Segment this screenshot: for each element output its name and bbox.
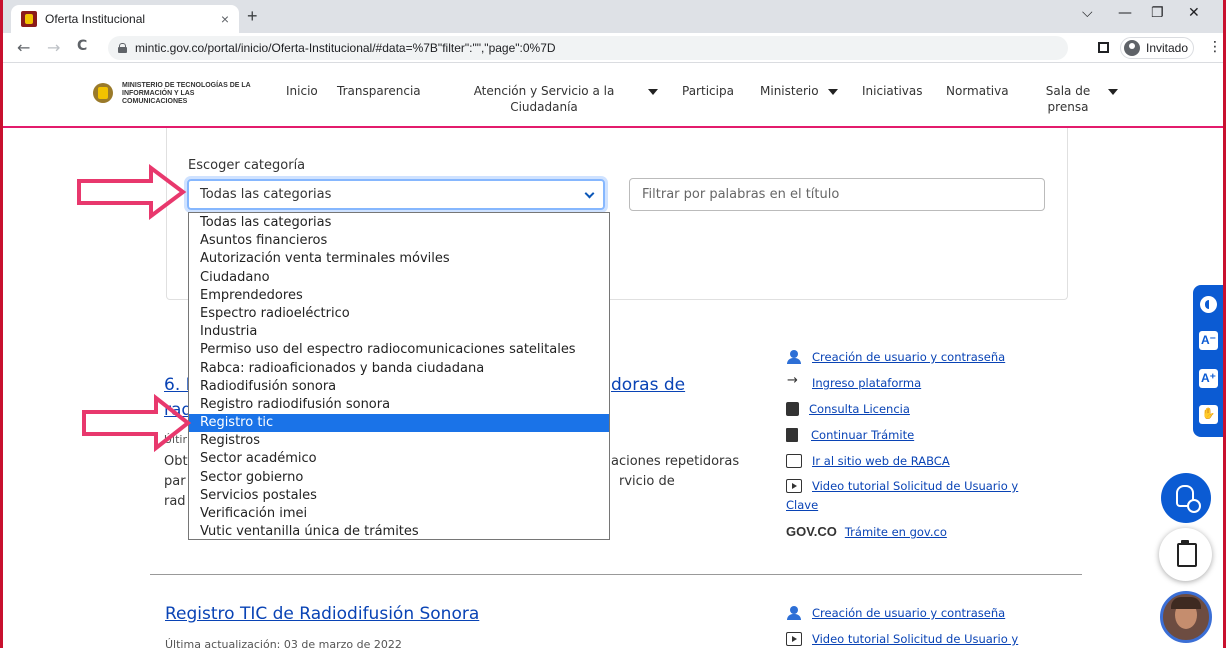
category-option[interactable]: Rabca: radioaficionados y banda ciudadan…: [189, 360, 609, 378]
increase-font-button[interactable]: A⁺: [1199, 369, 1218, 388]
clipboard-icon[interactable]: [1159, 528, 1212, 581]
category-option[interactable]: Permiso uso del espectro radiocomunicaci…: [189, 341, 609, 359]
chevron-down-icon: [584, 188, 595, 199]
address-bar[interactable]: mintic.gov.co/portal/inicio/Oferta-Insti…: [108, 36, 1068, 60]
category-option[interactable]: Ciudadano: [189, 269, 609, 287]
new-tab-button[interactable]: +: [247, 6, 258, 27]
browser-tab[interactable]: Oferta Institucional ×: [11, 5, 239, 33]
nav-inicio[interactable]: Inicio: [286, 83, 318, 99]
side-panel-icon[interactable]: [1098, 42, 1109, 53]
profile-button[interactable]: Invitado: [1120, 37, 1194, 59]
url-text: mintic.gov.co/portal/inicio/Oferta-Insti…: [135, 41, 556, 55]
category-option[interactable]: Sector gobierno: [189, 469, 609, 487]
nav-transparencia[interactable]: Transparencia: [337, 83, 421, 99]
category-select-value: Todas las categorias: [200, 187, 332, 202]
category-option[interactable]: Emprendedores: [189, 287, 609, 305]
result-description: rad: [164, 494, 186, 509]
category-option[interactable]: Radiodifusión sonora: [189, 378, 609, 396]
category-select[interactable]: Todas las categorias: [187, 179, 605, 210]
result-description: aciones repetidoras: [611, 454, 740, 469]
forward-button[interactable]: →: [47, 38, 60, 57]
video-play-icon: [786, 479, 802, 493]
maximize-button[interactable]: ❐: [1151, 5, 1164, 21]
browser-tabstrip: Oferta Institucional × + ⌵ — ❐ ✕: [3, 0, 1223, 33]
category-option[interactable]: Asuntos financieros: [189, 232, 609, 250]
link-create-user[interactable]: Creación de usuario y contraseña: [786, 606, 1005, 620]
nav-sala-de-prensa[interactable]: Sala de prensa: [1043, 83, 1093, 115]
result-description: Obt: [164, 454, 188, 469]
document-icon: [786, 428, 798, 442]
link-continue[interactable]: Continuar Trámite: [786, 428, 914, 442]
search-document-icon: [786, 402, 799, 416]
user-icon: [786, 606, 802, 620]
ministry-logo-text[interactable]: MINISTERIO DE TECNOLOGÍAS DE LA INFORMAC…: [122, 82, 257, 106]
category-option[interactable]: Servicios postales: [189, 487, 609, 505]
title-filter-input[interactable]: Filtrar por palabras en el título: [629, 178, 1045, 211]
decrease-font-button[interactable]: A⁻: [1199, 331, 1218, 350]
link-license[interactable]: Consulta Licencia: [786, 402, 910, 416]
category-option[interactable]: Registro radiodifusión sonora: [189, 396, 609, 414]
category-option[interactable]: Sector académico: [189, 450, 609, 468]
contrast-icon[interactable]: [1199, 295, 1218, 314]
link-rabca[interactable]: Ir al sitio web de RABCA: [786, 454, 950, 468]
category-option[interactable]: Registros: [189, 432, 609, 450]
annotation-arrow-icon: [77, 164, 187, 220]
sign-language-icon[interactable]: ✋: [1199, 405, 1218, 424]
back-button[interactable]: ←: [17, 38, 30, 57]
category-option[interactable]: Vutic ventanilla única de trámites: [189, 523, 609, 541]
result-title-continued[interactable]: doras de: [611, 375, 685, 395]
govco-logo: GOV.CO: [786, 524, 837, 539]
nav-ministerio[interactable]: Ministerio: [760, 83, 819, 99]
result-meta: Última actualización: 03 de marzo de 202…: [165, 638, 402, 648]
category-option[interactable]: Verificación imei: [189, 505, 609, 523]
link-video-tutorial[interactable]: Video tutorial Solicitud de Usuario y: [786, 632, 1018, 646]
chevron-down-icon[interactable]: [1108, 89, 1118, 95]
category-option[interactable]: Industria: [189, 323, 609, 341]
close-window-button[interactable]: ✕: [1188, 5, 1200, 21]
profile-label: Invitado: [1146, 41, 1189, 55]
minimize-button[interactable]: —: [1118, 5, 1132, 21]
category-label: Escoger categoría: [188, 158, 306, 173]
browser-toolbar: ← → C mintic.gov.co/portal/inicio/Oferta…: [3, 33, 1223, 63]
nav-normativa[interactable]: Normativa: [946, 83, 1009, 99]
link-video-tutorial-cont[interactable]: Clave: [786, 498, 818, 512]
chevron-down-icon[interactable]: [828, 89, 838, 95]
browser-menu-icon[interactable]: ⋮: [1208, 39, 1222, 55]
category-option[interactable]: Espectro radioeléctrico: [189, 305, 609, 323]
tab-search-icon[interactable]: ⌵: [1082, 5, 1093, 21]
tab-close-icon[interactable]: ×: [221, 11, 229, 27]
category-option-highlighted[interactable]: Registro tic: [189, 414, 609, 433]
link-video-tutorial[interactable]: Video tutorial Solicitud de Usuario y: [786, 479, 1018, 493]
coat-of-arms-logo[interactable]: [93, 83, 113, 103]
site-header: MINISTERIO DE TECNOLOGÍAS DE LA INFORMAC…: [3, 63, 1223, 128]
accessibility-bar: A⁻ A⁺ ✋: [1193, 285, 1223, 437]
link-govco[interactable]: Trámite en gov.co: [845, 525, 947, 539]
result-title[interactable]: Registro TIC de Radiodifusión Sonora: [165, 604, 479, 624]
divider: [150, 574, 1082, 575]
nav-atencion[interactable]: Atención y Servicio a la Ciudadanía: [469, 83, 619, 115]
annotation-arrow-icon: [82, 393, 192, 453]
category-option[interactable]: Todas las categorias: [189, 214, 609, 232]
link-login-platform[interactable]: Ingreso plataforma: [786, 373, 921, 390]
external-link-icon: [786, 454, 802, 468]
category-dropdown-list: Todas las categorias Asuntos financieros…: [188, 212, 610, 540]
nav-participa[interactable]: Participa: [682, 83, 734, 99]
chevron-down-icon[interactable]: [648, 89, 658, 95]
help-chat-icon[interactable]: [1161, 473, 1211, 523]
profile-avatar-icon: [1124, 40, 1140, 56]
result-description: par: [164, 474, 186, 489]
category-option[interactable]: Autorización venta terminales móviles: [189, 250, 609, 268]
result-description: rvicio de: [619, 474, 675, 489]
user-icon: [786, 350, 802, 364]
site-favicon-icon: [21, 11, 37, 27]
nav-iniciativas[interactable]: Iniciativas: [862, 83, 923, 99]
govco-row[interactable]: GOV.CO Trámite en gov.co: [786, 524, 947, 539]
lock-icon: [118, 43, 127, 53]
login-icon: [786, 373, 802, 390]
link-create-user[interactable]: Creación de usuario y contraseña: [786, 350, 1005, 364]
reload-button[interactable]: C: [77, 38, 87, 54]
tab-title: Oferta Institucional: [45, 12, 146, 26]
video-play-icon: [786, 632, 802, 646]
assistant-avatar[interactable]: [1160, 591, 1212, 643]
